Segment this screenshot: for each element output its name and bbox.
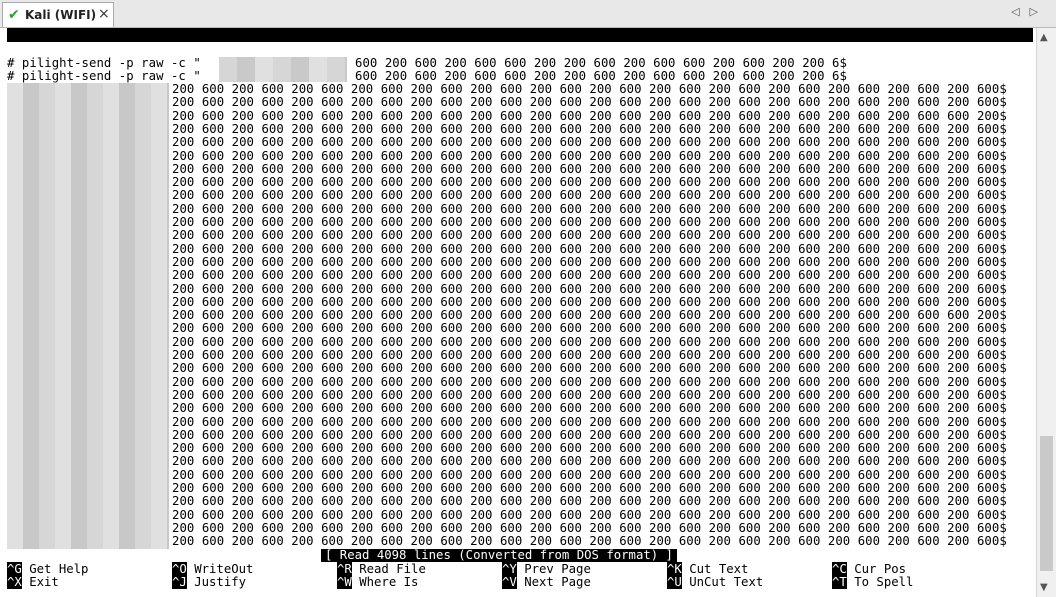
code-line: 200 600 200 600 200 600 200 600 200 600 …: [172, 374, 1007, 389]
terminal[interactable]: GNU nano 2.2.6 File: codes.txt # pilight…: [7, 28, 1033, 592]
code-line: 200 600 200 600 200 600 200 600 200 600 …: [172, 507, 1007, 522]
code-line: 200 600 200 600 200 600 200 600 200 600 …: [172, 108, 1007, 123]
shortcut-label: Read File: [359, 562, 426, 576]
redacted-block: [219, 57, 347, 82]
code-line: 200 600 200 600 200 600 200 600 200 600 …: [172, 161, 1007, 176]
redacted-block: [7, 83, 169, 549]
tab-right-icon[interactable]: ▷: [1030, 5, 1048, 18]
shortcut-key: ^G: [7, 562, 22, 576]
shortcut-item[interactable]: ^J Justify: [172, 575, 247, 589]
code-line: 200 600 200 600 200 600 200 600 200 600 …: [172, 414, 1007, 429]
tab-left-icon[interactable]: ◁: [1011, 5, 1029, 18]
shortcut-key: ^T: [832, 575, 847, 589]
tab-bar: ✔ Kali (WIFI) × ◁▷: [0, 0, 1056, 28]
scroll-up-icon[interactable]: ▲: [1040, 32, 1048, 43]
shortcut-label: Next Page: [524, 575, 591, 589]
status-message: [ Read 4098 lines (Converted from DOS fo…: [321, 549, 677, 562]
code-line: 200 600 200 600 200 600 200 600 200 600 …: [172, 148, 1007, 163]
code-line: 200 600 200 600 200 600 200 600 200 600 …: [172, 215, 1007, 229]
code-line: 200 600 200 600 200 600 200 600 200 600 …: [172, 534, 1007, 549]
code-line: 200 600 200 600 200 600 200 600 200 600 …: [172, 254, 1007, 269]
shortcut-key: ^U: [667, 575, 682, 589]
scroll-down-icon[interactable]: ▼: [1040, 582, 1048, 593]
tab-title: Kali (WIFI): [25, 8, 97, 22]
tab-navigation: ◁▷: [1011, 5, 1048, 18]
code-line: 200 600 200 600 200 600 200 600 200 600 …: [172, 82, 1007, 96]
shortcut-label: Get Help: [29, 562, 89, 576]
code-line: 200 600 200 600 200 600 200 600 200 600 …: [172, 294, 1007, 309]
shortcut-label: Cur Pos: [854, 562, 907, 576]
shortcut-item[interactable]: ^V Next Page: [502, 575, 591, 589]
code-line: 200 600 200 600 200 600 200 600 200 600 …: [172, 175, 1007, 190]
connected-check-icon: ✔: [8, 7, 20, 23]
code-line: 200 600 200 600 200 600 200 600 200 600 …: [172, 348, 1007, 362]
shortcut-label: Prev Page: [524, 562, 591, 576]
close-icon[interactable]: ×: [98, 6, 110, 22]
shortcut-label: UnCut Text: [689, 575, 764, 589]
shortcut-label: Exit: [29, 575, 59, 589]
shortcut-key: ^R: [337, 562, 352, 576]
shortcut-key: ^Y: [502, 562, 517, 576]
code-line: 200 600 200 600 200 600 200 600 200 600 …: [172, 467, 1007, 482]
code-line: 200 600 200 600 200 600 200 600 200 600 …: [172, 95, 1007, 110]
code-line: 200 600 200 600 200 600 200 600 200 600 …: [172, 281, 1007, 296]
scrollbar-thumb[interactable]: [1040, 436, 1053, 571]
nano-title-bar: GNU nano 2.2.6 File: codes.txt: [7, 28, 1033, 70]
tab-kali-wifi[interactable]: ✔ Kali (WIFI) ×: [2, 2, 114, 27]
code-line: 200 600 200 600 200 600 200 600 200 600 …: [172, 441, 1007, 456]
code-line: 200 600 200 600 200 600 200 600 200 600 …: [172, 201, 1007, 216]
nano-version: GNU nano 2.2.6: [24, 42, 128, 56]
code-line: 200 600 200 600 200 600 200 600 200 600 …: [172, 188, 1007, 203]
shortcut-key: ^O: [172, 562, 187, 576]
shortcut-label: Where Is: [359, 575, 419, 589]
shortcut-label: WriteOut: [194, 562, 254, 576]
code-line: 200 600 200 600 200 600 200 600 200 600 …: [172, 241, 1007, 256]
code-line: 200 600 200 600 200 600 200 600 200 600 …: [172, 494, 1007, 509]
shortcut-item[interactable]: ^T To Spell: [832, 575, 914, 589]
code-line: 200 600 200 600 200 600 200 600 200 600 …: [172, 401, 1007, 416]
code-line: 200 600 200 600 200 600 200 600 200 600 …: [172, 228, 1007, 243]
code-line: 200 600 200 600 200 600 200 600 200 600 …: [172, 481, 1007, 495]
scrollbar[interactable]: ▲ ▼: [1036, 28, 1056, 597]
code-line: 200 600 200 600 200 600 200 600 200 600 …: [172, 454, 1007, 469]
shortcut-item[interactable]: ^U UnCut Text: [667, 575, 764, 589]
code-line: 200 600 200 600 200 600 200 600 200 600 …: [172, 308, 1007, 323]
code-line: 200 600 200 600 200 600 200 600 200 600 …: [172, 268, 1007, 283]
code-line: 200 600 200 600 200 600 200 600 200 600 …: [172, 427, 1007, 442]
shortcut-item[interactable]: ^X Exit: [7, 575, 59, 589]
shortcut-label: To Spell: [854, 575, 914, 589]
shortcut-key: ^X: [7, 575, 22, 589]
shortcut-key: ^K: [667, 562, 682, 576]
shortcut-key: ^C: [832, 562, 847, 576]
code-line: 200 600 200 600 200 600 200 600 200 600 …: [172, 135, 1007, 150]
code-line: 200 600 200 600 200 600 200 600 200 600 …: [172, 121, 1007, 136]
code-line: 200 600 200 600 200 600 200 600 200 600 …: [172, 361, 1007, 376]
code-line: 200 600 200 600 200 600 200 600 200 600 …: [172, 334, 1007, 349]
code-line: 200 600 200 600 200 600 200 600 200 600 …: [172, 321, 1007, 336]
code-line: 200 600 200 600 200 600 200 600 200 600 …: [172, 520, 1007, 535]
command-prefix: # pilight-send -p raw -c ": [7, 69, 201, 83]
shortcut-label: Justify: [194, 575, 247, 589]
command-prefix: # pilight-send -p raw -c ": [7, 56, 201, 70]
shortcut-label: Cut Text: [689, 562, 749, 576]
shortcut-key: ^V: [502, 575, 517, 589]
shortcut-item[interactable]: ^W Where Is: [337, 575, 419, 589]
shortcut-key: ^J: [172, 575, 187, 589]
code-line: 200 600 200 600 200 600 200 600 200 600 …: [172, 387, 1007, 402]
shortcut-key: ^W: [337, 575, 352, 589]
